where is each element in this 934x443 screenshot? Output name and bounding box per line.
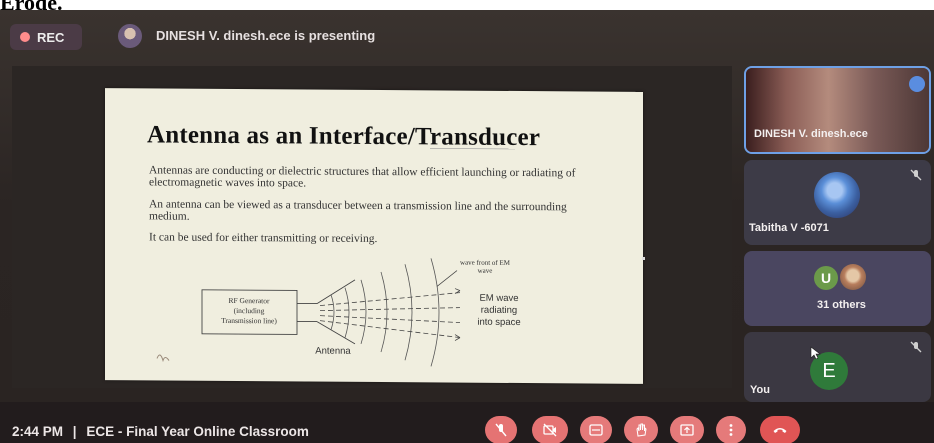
- wavefront-pointer: [436, 270, 458, 287]
- raise-hand-icon: [636, 423, 647, 437]
- mic-off-icon: [910, 169, 922, 181]
- avatar: U: [814, 266, 838, 290]
- record-dot-icon: [20, 32, 30, 42]
- em-label-line3: into space: [477, 317, 520, 328]
- meeting-controls-bar: 2:44 PM | ECE - Final Year Online Classr…: [0, 402, 934, 443]
- participant-name: 31 others: [817, 299, 866, 311]
- avatar: [814, 172, 860, 218]
- raise-hand-button[interactable]: [624, 416, 658, 443]
- generator-label-line2: (including: [234, 306, 265, 315]
- present-icon: [680, 424, 694, 436]
- generator-label-line1: RF Generator: [228, 296, 270, 305]
- meeting-details: 2:44 PM | ECE - Final Year Online Classr…: [12, 424, 309, 439]
- microphone-toggle-button[interactable]: [485, 416, 517, 443]
- speaking-indicator-icon: [909, 76, 925, 92]
- leave-call-button[interactable]: [760, 416, 800, 443]
- present-now-button[interactable]: [670, 416, 704, 443]
- meeting-title: ECE - Final Year Online Classroom: [86, 424, 309, 439]
- wavefront-label-line2: wave: [478, 267, 493, 275]
- hang-up-icon: [773, 428, 787, 433]
- antenna-label: Antenna: [315, 346, 351, 357]
- participant-tile-others[interactable]: U 31 others: [744, 251, 931, 326]
- antenna-diagram: RF Generator (including Transmission lin…: [156, 148, 521, 367]
- mouse-pointer-icon: [810, 346, 821, 360]
- participant-tile-you[interactable]: E You: [744, 332, 931, 402]
- recording-label: REC: [37, 29, 65, 45]
- meeting-time: 2:44 PM: [12, 424, 64, 439]
- captions-icon: [589, 424, 603, 436]
- camera-off-icon: [543, 423, 557, 437]
- captions-button[interactable]: [580, 416, 612, 443]
- em-label-line2: radiating: [481, 305, 517, 316]
- page-caption: Erode.: [0, 0, 63, 15]
- title-rule: [430, 148, 515, 150]
- more-options-icon: [729, 424, 733, 436]
- pen-scribble: [156, 354, 170, 363]
- cursor-dot: [642, 257, 645, 260]
- meet-window: REC DINESH V. dinesh.ece is presenting A…: [0, 10, 934, 443]
- presentation-slide: Antenna as an Interface/Transducer Anten…: [105, 88, 643, 384]
- participant-name: DINESH V. dinesh.ece: [754, 128, 868, 140]
- mic-off-icon: [495, 423, 507, 437]
- generator-label-line3: Transmission line): [221, 316, 277, 325]
- participant-tile-presenter[interactable]: DINESH V. dinesh.ece: [744, 66, 931, 154]
- presenter-avatar: [118, 24, 142, 48]
- camera-toggle-button[interactable]: [532, 416, 568, 443]
- em-label-line1: EM wave: [479, 293, 518, 304]
- participant-tile-tabitha[interactable]: Tabitha V -6071: [744, 160, 931, 245]
- recording-badge: REC: [10, 24, 82, 50]
- mic-off-icon: [910, 341, 922, 353]
- avatar: [840, 264, 866, 290]
- participant-name: You: [750, 384, 770, 396]
- participant-name: Tabitha V -6071: [749, 222, 829, 234]
- presenting-banner: DINESH V. dinesh.ece is presenting: [156, 28, 376, 43]
- wavefront-label-line1: wave front of EM: [460, 259, 511, 267]
- more-options-button[interactable]: [716, 416, 746, 443]
